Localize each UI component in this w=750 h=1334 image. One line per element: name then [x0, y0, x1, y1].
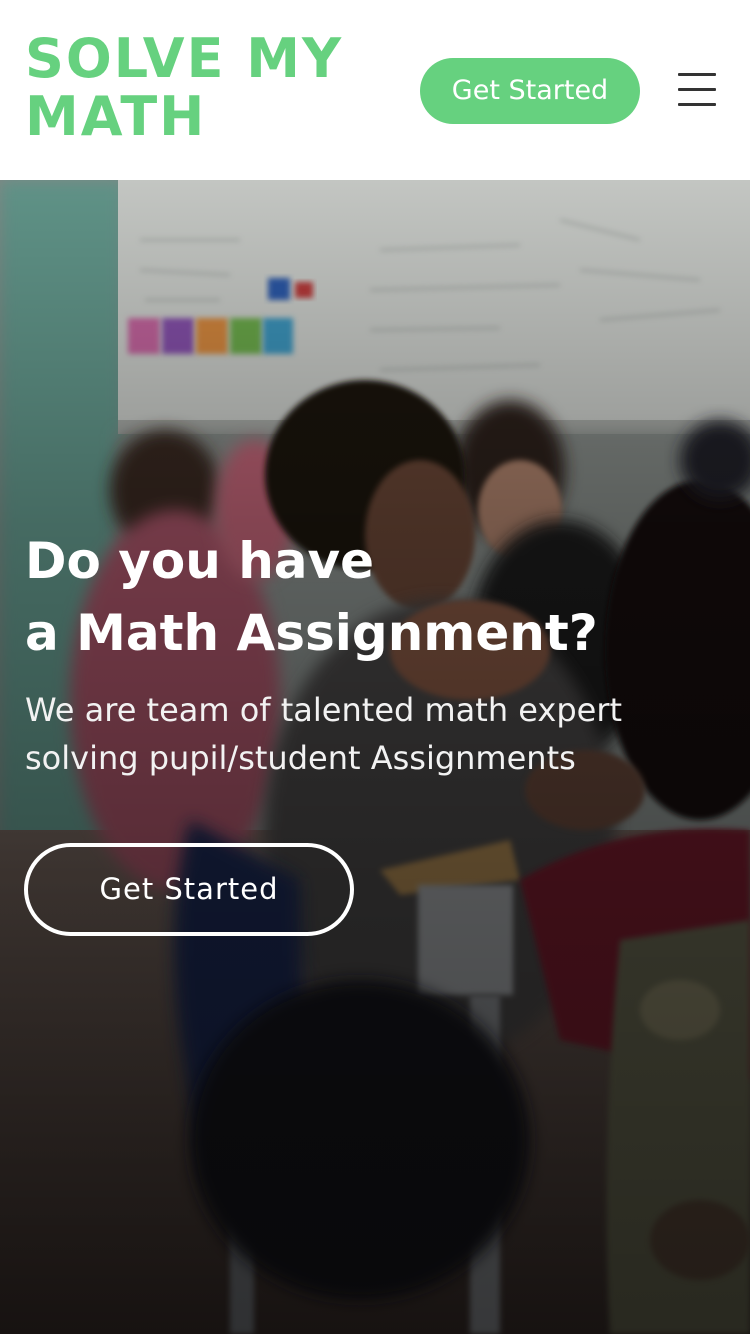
menu-button[interactable] — [676, 70, 718, 110]
hero-title-line1: Do you have — [25, 532, 375, 590]
get-started-hero-button[interactable]: Get Started — [24, 843, 354, 936]
hero-section: Do you have a Math Assignment? We are te… — [0, 180, 750, 1334]
hero-subtitle-line2: solving pupil/student Assignments — [25, 739, 576, 777]
get-started-header-button[interactable]: Get Started — [420, 58, 640, 124]
hero-title: Do you have a Math Assignment? — [25, 525, 725, 669]
hero-title-line2: a Math Assignment? — [25, 604, 598, 662]
brand-name-line1: SOLVE MY — [25, 27, 344, 90]
hero-subtitle: We are team of talented math expert solv… — [25, 686, 725, 782]
hamburger-menu-icon — [678, 73, 716, 106]
hero-subtitle-line1: We are team of talented math expert — [25, 691, 623, 729]
brand-name-line2: MATH — [25, 85, 207, 148]
site-header: SOLVE MY MATH Get Started — [0, 0, 750, 180]
brand-logo[interactable]: SOLVE MY MATH — [25, 30, 385, 146]
